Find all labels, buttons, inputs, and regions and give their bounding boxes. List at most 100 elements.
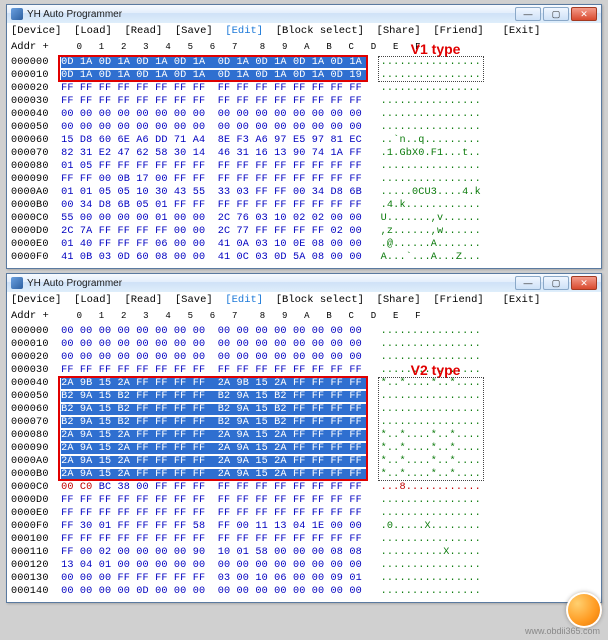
- hex-row[interactable]: 000010 0D 1A 0D 1A 0D 1A 0D 1A 0D 1A 0D …: [11, 69, 597, 82]
- hex-bytes[interactable]: 15 D8 60 6E A6 DD 71 A4 8E F3 A6 97 E5 9…: [61, 135, 368, 146]
- hex-row[interactable]: 0000F0 FF 30 01 FF FF FF FF 58 FF 00 11 …: [11, 520, 597, 533]
- menu-edit[interactable]: [Edit]: [225, 25, 263, 37]
- hex-bytes[interactable]: 2A 9A 15 2A FF FF FF FF 2A 9A 15 2A FF F…: [61, 430, 368, 441]
- menu-share[interactable]: [Share]: [377, 294, 421, 306]
- menu-read[interactable]: [Read]: [124, 25, 162, 37]
- hex-bytes[interactable]: 00 00 00 FF FF FF FF FF 03 00 10 06 00 0…: [61, 573, 368, 584]
- hex-bytes[interactable]: 00 00 00 00 00 00 00 00 00 00 00 00 00 0…: [61, 122, 368, 133]
- hex-bytes[interactable]: FF FF FF FF FF FF FF FF FF FF FF FF FF F…: [61, 495, 368, 506]
- hex-bytes[interactable]: 55 00 00 00 00 01 00 00 2C 76 03 10 02 0…: [61, 213, 368, 224]
- hex-bytes[interactable]: B2 9A 15 B2 FF FF FF FF B2 9A 15 B2 FF F…: [61, 391, 368, 402]
- hex-bytes[interactable]: 00 00 00 00 00 00 00 00 00 00 00 00 00 0…: [61, 339, 368, 350]
- hex-bytes[interactable]: 00 00 00 00 0D 00 00 00 00 00 00 00 00 0…: [61, 586, 368, 597]
- hex-row[interactable]: 000060 B2 9A 15 B2 FF FF FF FF B2 9A 15 …: [11, 403, 597, 416]
- hex-bytes[interactable]: 0D 1A 0D 1A 0D 1A 0D 1A 0D 1A 0D 1A 0D 1…: [61, 57, 368, 68]
- menu-device[interactable]: [Device]: [11, 25, 61, 37]
- hex-row[interactable]: 000030 FF FF FF FF FF FF FF FF FF FF FF …: [11, 364, 597, 377]
- close-button[interactable]: ✕: [571, 7, 597, 21]
- hex-bytes[interactable]: 2A 9A 15 2A FF FF FF FF 2A 9A 15 2A FF F…: [61, 456, 368, 467]
- hex-bytes[interactable]: FF FF FF FF FF FF FF FF FF FF FF FF FF F…: [61, 96, 368, 107]
- hex-row[interactable]: 000100 FF FF FF FF FF FF FF FF FF FF FF …: [11, 533, 597, 546]
- hex-content-top[interactable]: V1 type Addr + 0 1 2 3 4 5 6 7 8 9 A B C…: [7, 39, 601, 268]
- menu-edit[interactable]: [Edit]: [225, 294, 263, 306]
- hex-bytes[interactable]: FF FF FF FF FF FF FF FF FF FF FF FF FF F…: [61, 508, 368, 519]
- hex-bytes[interactable]: 00 00 00 00 00 00 00 00 00 00 00 00 00 0…: [61, 326, 368, 337]
- hex-row[interactable]: 000070 82 31 E2 47 62 58 30 14 46 31 16 …: [11, 147, 597, 160]
- maximize-button[interactable]: ▢: [543, 276, 569, 290]
- hex-row[interactable]: 0000B0 2A 9A 15 2A FF FF FF FF 2A 9A 15 …: [11, 468, 597, 481]
- hex-bytes[interactable]: 00 00 00 00 00 00 00 00 00 00 00 00 00 0…: [61, 352, 368, 363]
- hex-row[interactable]: 0000C0 55 00 00 00 00 01 00 00 2C 76 03 …: [11, 212, 597, 225]
- menu-share[interactable]: [Share]: [377, 25, 421, 37]
- menu-block-select[interactable]: [Block select]: [276, 294, 364, 306]
- hex-row[interactable]: 000050 B2 9A 15 B2 FF FF FF FF B2 9A 15 …: [11, 390, 597, 403]
- hex-row[interactable]: 000060 15 D8 60 6E A6 DD 71 A4 8E F3 A6 …: [11, 134, 597, 147]
- hex-bytes[interactable]: FF FF FF FF FF FF FF FF FF FF FF FF FF F…: [61, 365, 368, 376]
- menu-device[interactable]: [Device]: [11, 294, 61, 306]
- hex-row[interactable]: 000110 FF 00 02 00 00 00 00 90 10 01 58 …: [11, 546, 597, 559]
- hex-bytes[interactable]: 0D 1A 0D 1A 0D 1A 0D 1A 0D 1A 0D 1A 0D 1…: [61, 70, 368, 81]
- menu-friend[interactable]: [Friend]: [433, 25, 483, 37]
- hex-bytes[interactable]: 2A 9B 15 2A FF FF FF FF 2A 9B 15 2A FF F…: [61, 378, 368, 389]
- hex-row[interactable]: 000140 00 00 00 00 0D 00 00 00 00 00 00 …: [11, 585, 597, 598]
- hex-row[interactable]: 0000F0 41 0B 03 0D 60 08 00 00 41 0C 03 …: [11, 251, 597, 264]
- hex-bytes[interactable]: 2A 9A 15 2A FF FF FF FF 2A 9A 15 2A FF F…: [61, 443, 368, 454]
- hex-row[interactable]: 0000E0 FF FF FF FF FF FF FF FF FF FF FF …: [11, 507, 597, 520]
- hex-row[interactable]: 0000A0 01 01 05 05 10 30 43 55 33 03 FF …: [11, 186, 597, 199]
- menu-load[interactable]: [Load]: [74, 25, 112, 37]
- maximize-button[interactable]: ▢: [543, 7, 569, 21]
- menu-save[interactable]: [Save]: [175, 294, 213, 306]
- hex-row[interactable]: 0000D0 2C 7A FF FF FF FF 00 00 2C 77 FF …: [11, 225, 597, 238]
- hex-bytes[interactable]: 01 01 05 05 10 30 43 55 33 03 FF FF 00 3…: [61, 187, 368, 198]
- titlebar[interactable]: YH Auto Programmer — ▢ ✕: [7, 274, 601, 292]
- hex-row[interactable]: 000000 00 00 00 00 00 00 00 00 00 00 00 …: [11, 325, 597, 338]
- hex-row[interactable]: 000070 B2 9A 15 B2 FF FF FF FF B2 9A 15 …: [11, 416, 597, 429]
- menu-load[interactable]: [Load]: [74, 294, 112, 306]
- hex-row[interactable]: 000080 2A 9A 15 2A FF FF FF FF 2A 9A 15 …: [11, 429, 597, 442]
- hex-row[interactable]: 000020 00 00 00 00 00 00 00 00 00 00 00 …: [11, 351, 597, 364]
- hex-row[interactable]: 0000E0 01 40 FF FF FF 06 00 00 41 0A 03 …: [11, 238, 597, 251]
- hex-row[interactable]: 000120 13 04 01 00 00 00 00 00 00 00 00 …: [11, 559, 597, 572]
- hex-row[interactable]: 0000D0 FF FF FF FF FF FF FF FF FF FF FF …: [11, 494, 597, 507]
- hex-bytes[interactable]: 41 0B 03 0D 60 08 00 00 41 0C 03 0D 5A 0…: [61, 252, 368, 263]
- hex-row[interactable]: 000050 00 00 00 00 00 00 00 00 00 00 00 …: [11, 121, 597, 134]
- menu-exit[interactable]: [Exit]: [503, 25, 541, 37]
- hex-row[interactable]: 0000B0 00 34 D8 6B 05 01 FF FF FF FF FF …: [11, 199, 597, 212]
- hex-bytes[interactable]: 00 00 00 00 00 00 00 00 00 00 00 00 00 0…: [61, 109, 368, 120]
- hex-bytes[interactable]: FF 30 01 FF FF FF FF 58 FF 00 11 13 04 1…: [61, 521, 368, 532]
- hex-bytes[interactable]: 00 34 D8 6B 05 01 FF FF FF FF FF FF FF F…: [61, 200, 368, 211]
- titlebar[interactable]: YH Auto Programmer — ▢ ✕: [7, 5, 601, 23]
- hex-row[interactable]: 000080 01 05 FF FF FF FF FF FF FF FF FF …: [11, 160, 597, 173]
- menu-block-select[interactable]: [Block select]: [276, 25, 364, 37]
- hex-bytes[interactable]: 82 31 E2 47 62 58 30 14 46 31 16 13 90 7…: [61, 148, 368, 159]
- hex-row[interactable]: 000020 FF FF FF FF FF FF FF FF FF FF FF …: [11, 82, 597, 95]
- menu-read[interactable]: [Read]: [124, 294, 162, 306]
- hex-row[interactable]: 0000C0 00 C0 BC 38 00 FF FF FF FF FF FF …: [11, 481, 597, 494]
- menu-friend[interactable]: [Friend]: [433, 294, 483, 306]
- hex-row[interactable]: 000090 FF FF 00 0B 17 00 FF FF FF FF FF …: [11, 173, 597, 186]
- hex-row[interactable]: 000040 00 00 00 00 00 00 00 00 00 00 00 …: [11, 108, 597, 121]
- hex-row[interactable]: 000010 00 00 00 00 00 00 00 00 00 00 00 …: [11, 338, 597, 351]
- hex-bytes[interactable]: 13 04 01 00 00 00 00 00 00 00 00 00 00 0…: [61, 560, 368, 571]
- hex-row[interactable]: 000090 2A 9A 15 2A FF FF FF FF 2A 9A 15 …: [11, 442, 597, 455]
- close-button[interactable]: ✕: [571, 276, 597, 290]
- hex-bytes[interactable]: 2A 9A 15 2A FF FF FF FF 2A 9A 15 2A FF F…: [61, 469, 368, 480]
- hex-row[interactable]: 000030 FF FF FF FF FF FF FF FF FF FF FF …: [11, 95, 597, 108]
- hex-content-bottom[interactable]: V2 type Addr + 0 1 2 3 4 5 6 7 8 9 A B C…: [7, 308, 601, 602]
- hex-bytes[interactable]: 01 40 FF FF FF 06 00 00 41 0A 03 10 0E 0…: [61, 239, 368, 250]
- hex-bytes[interactable]: FF FF 00 0B 17 00 FF FF FF FF FF FF FF F…: [61, 174, 368, 185]
- hex-bytes[interactable]: FF FF FF FF FF FF FF FF FF FF FF FF FF F…: [61, 534, 368, 545]
- hex-bytes[interactable]: 2C 7A FF FF FF FF 00 00 2C 77 FF FF FF F…: [61, 226, 368, 237]
- menu-save[interactable]: [Save]: [175, 25, 213, 37]
- minimize-button[interactable]: —: [515, 7, 541, 21]
- hex-bytes[interactable]: B2 9A 15 B2 FF FF FF FF B2 9A 15 B2 FF F…: [61, 404, 368, 415]
- hex-bytes[interactable]: 01 05 FF FF FF FF FF FF FF FF FF FF FF F…: [61, 161, 368, 172]
- hex-row[interactable]: 0000A0 2A 9A 15 2A FF FF FF FF 2A 9A 15 …: [11, 455, 597, 468]
- hex-row[interactable]: 000000 0D 1A 0D 1A 0D 1A 0D 1A 0D 1A 0D …: [11, 56, 597, 69]
- hex-bytes[interactable]: 00 C0 BC 38 00 FF FF FF FF FF FF FF FF F…: [61, 482, 368, 493]
- hex-bytes[interactable]: FF FF FF FF FF FF FF FF FF FF FF FF FF F…: [61, 83, 368, 94]
- minimize-button[interactable]: —: [515, 276, 541, 290]
- hex-row[interactable]: 000130 00 00 00 FF FF FF FF FF 03 00 10 …: [11, 572, 597, 585]
- menu-exit[interactable]: [Exit]: [503, 294, 541, 306]
- hex-bytes[interactable]: FF 00 02 00 00 00 00 90 10 01 58 00 00 0…: [61, 547, 368, 558]
